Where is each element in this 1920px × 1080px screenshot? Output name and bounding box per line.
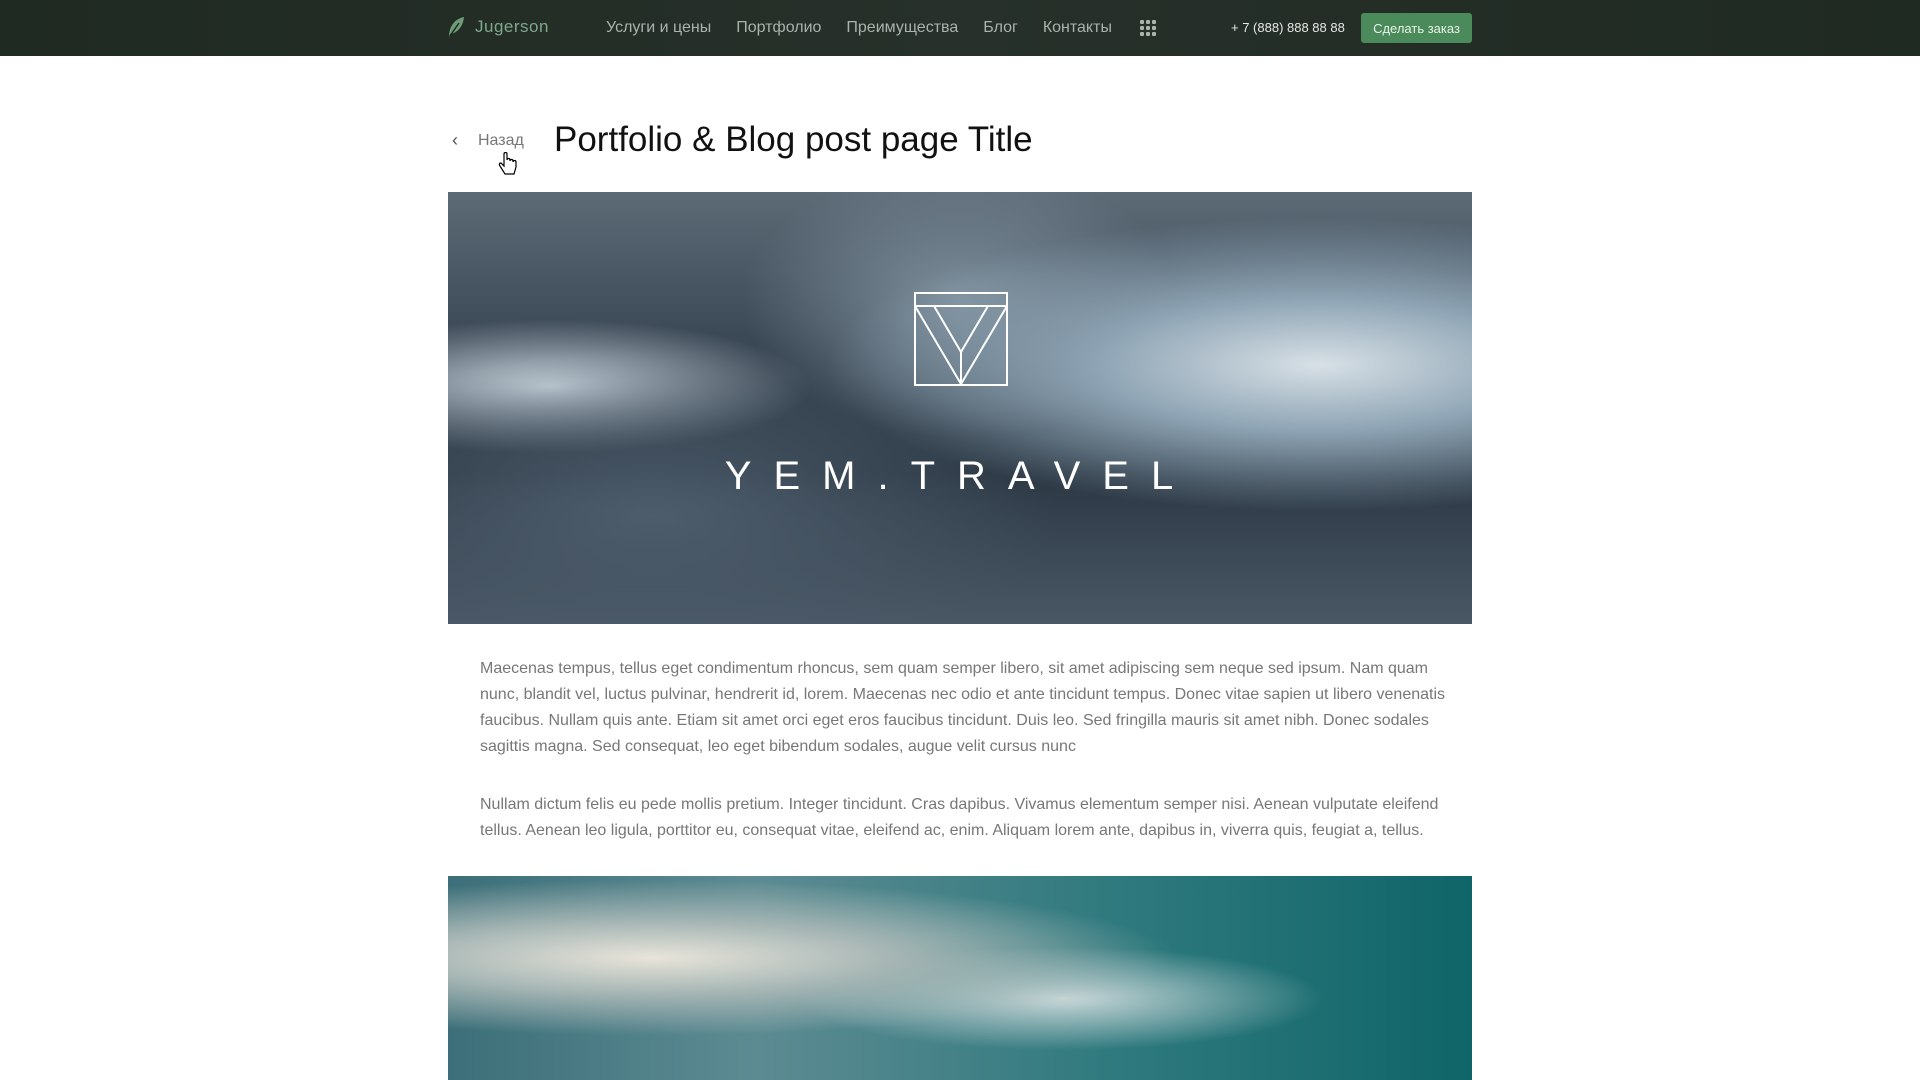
- hero-image: YEM.TRAVEL: [448, 192, 1472, 624]
- body-paragraph-2: Nullam dictum felis eu pede mollis preti…: [480, 796, 1439, 839]
- body-paragraph-1: Maecenas tempus, tellus eget condimentum…: [480, 660, 1446, 755]
- brand-name: Jugerson: [475, 17, 549, 36]
- page-title: Portfolio & Blog post page Title: [554, 120, 1033, 159]
- yem-travel-logo-icon: [914, 292, 1008, 386]
- back-label: Назад: [478, 131, 524, 149]
- hero-logo-text: YEM.TRAVEL: [724, 454, 1196, 498]
- order-button[interactable]: Сделать заказ: [1361, 13, 1472, 43]
- menu-item-blog[interactable]: Блог: [983, 19, 1018, 37]
- leaf-icon: [449, 17, 464, 37]
- main-menu: Услуги и цены Портфолио Преимущества Бло…: [606, 19, 1112, 37]
- hand-cursor-icon: [498, 152, 517, 175]
- back-link[interactable]: ‹ Назад: [452, 130, 524, 151]
- apps-grid-icon[interactable]: [1140, 20, 1156, 36]
- chevron-left-icon: ‹: [452, 130, 458, 150]
- brand-logo[interactable]: Jugerson: [447, 16, 549, 38]
- menu-item-contacts[interactable]: Контакты: [1043, 19, 1112, 37]
- phone-number[interactable]: + 7 (888) 888 88 88: [1231, 20, 1345, 35]
- menu-item-portfolio[interactable]: Портфолио: [736, 19, 821, 37]
- top-navbar: Jugerson Услуги и цены Портфолио Преимущ…: [0, 0, 1920, 56]
- menu-item-advantages[interactable]: Преимущества: [846, 19, 958, 37]
- menu-item-services[interactable]: Услуги и цены: [606, 19, 711, 37]
- ocean-image: [448, 876, 1472, 1080]
